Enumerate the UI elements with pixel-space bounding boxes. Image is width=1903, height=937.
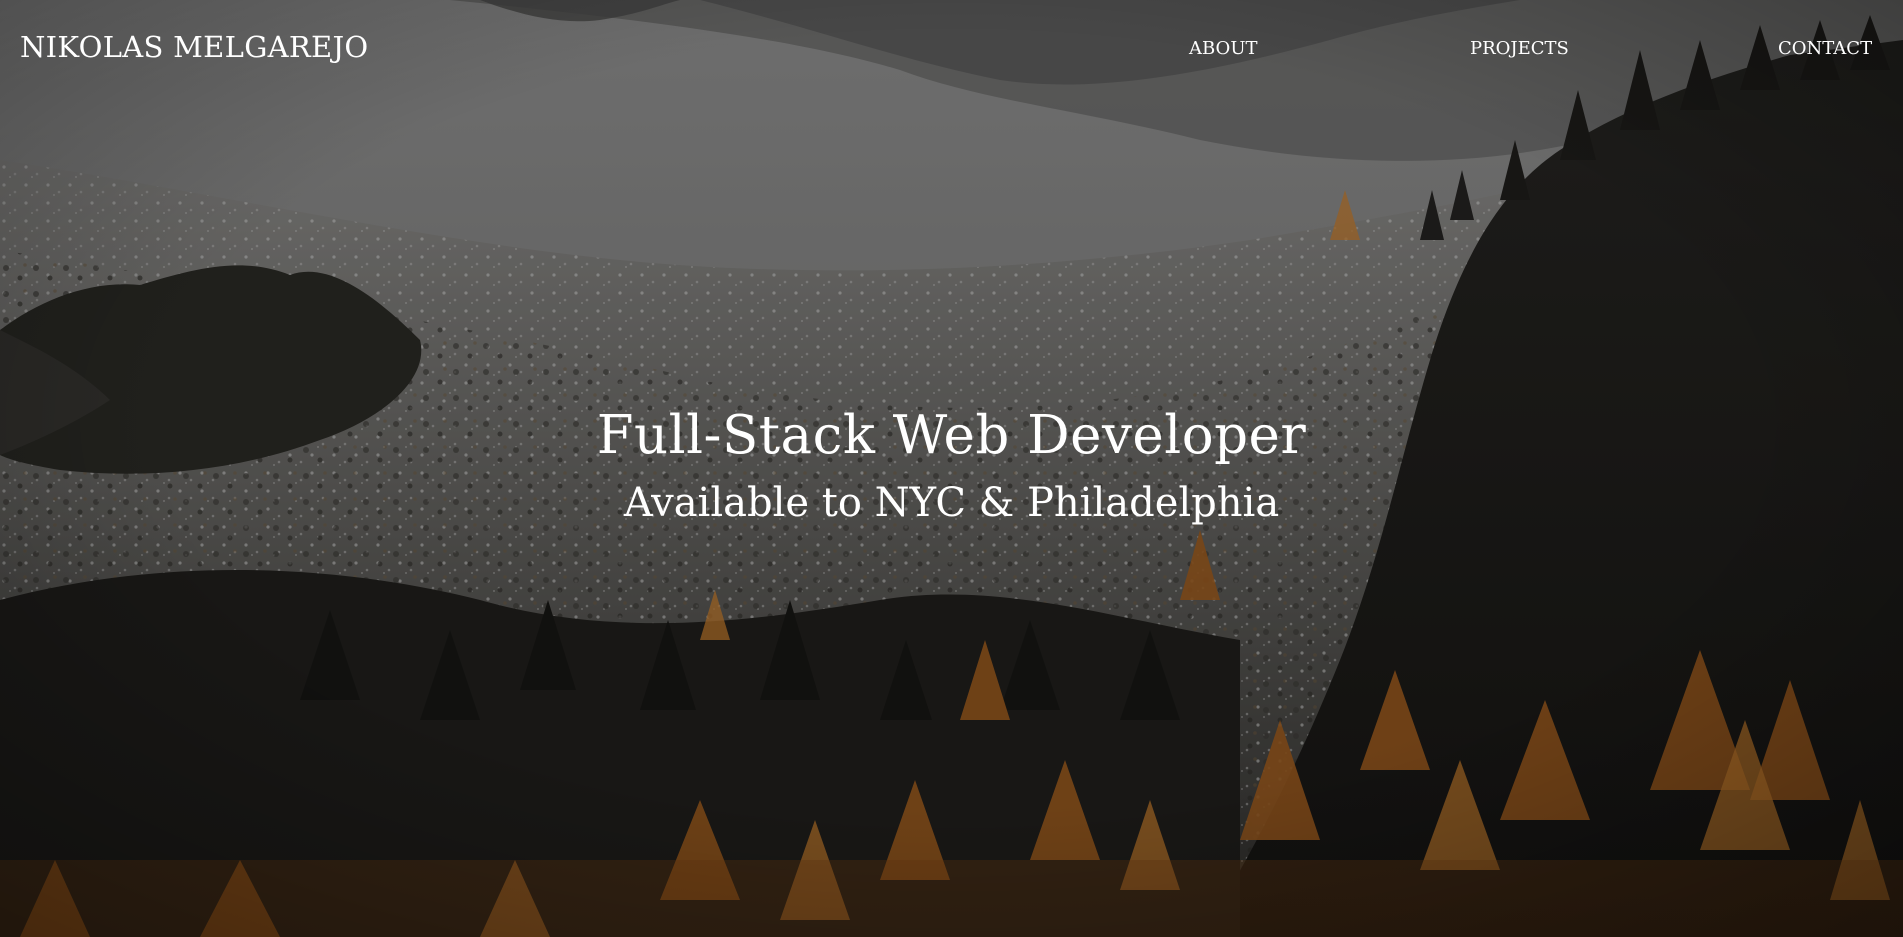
nav-link-contact[interactable]: CONTACT bbox=[1778, 38, 1872, 59]
hero-title: Full-Stack Web Developer bbox=[596, 405, 1307, 466]
hero-headline: Full-Stack Web Developer Available to NY… bbox=[0, 401, 1903, 531]
hero-subtitle: Available to NYC & Philadelphia bbox=[623, 480, 1280, 526]
hero-section: NIKOLAS MELGAREJO ABOUT PROJECTS CONTACT… bbox=[0, 0, 1903, 937]
nav-link-projects[interactable]: PROJECTS bbox=[1470, 38, 1569, 59]
top-navbar: NIKOLAS MELGAREJO ABOUT PROJECTS CONTACT bbox=[0, 0, 1903, 98]
brand-logo-link[interactable]: NIKOLAS MELGAREJO bbox=[20, 30, 369, 64]
nav-link-about[interactable]: ABOUT bbox=[1189, 38, 1258, 59]
